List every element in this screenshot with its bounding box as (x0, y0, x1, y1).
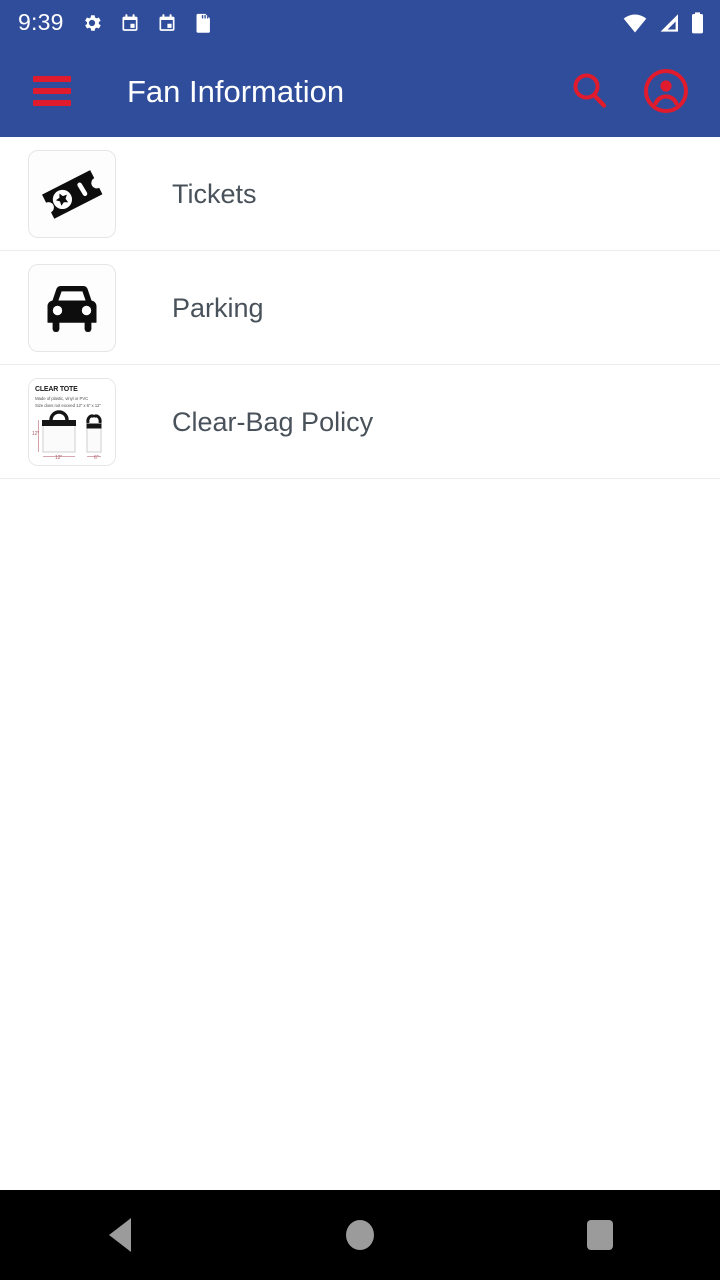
cell-signal-icon (660, 13, 678, 32)
calendar-icon (159, 14, 175, 31)
account-circle-icon[interactable] (642, 67, 690, 115)
list-item[interactable]: Parking (0, 251, 720, 365)
gear-icon (84, 14, 101, 31)
app-bar: Fan Information (0, 45, 720, 137)
menu-bar-1 (33, 76, 71, 82)
menu-bar-2 (33, 88, 71, 94)
recents-square (587, 1220, 613, 1250)
system-navigation-bar (0, 1190, 720, 1280)
recents-nav-icon[interactable] (555, 1190, 645, 1280)
search-icon[interactable] (566, 67, 614, 115)
home-circle (346, 1220, 374, 1250)
status-clock: 9:39 (18, 9, 64, 35)
list-item-label: Tickets (172, 178, 257, 209)
list-item-label: Parking (172, 292, 264, 323)
tote-depth-label: 6" (94, 455, 99, 461)
tote-width-label: 12" (55, 455, 63, 461)
status-bar-right (623, 11, 704, 34)
sd-card-icon (196, 13, 210, 33)
page-title: Fan Information (127, 73, 345, 109)
home-nav-icon[interactable] (315, 1190, 405, 1280)
car-icon (28, 264, 116, 352)
battery-icon (692, 11, 703, 33)
hamburger-menu-icon[interactable] (33, 76, 71, 106)
clear-tote-image: CLEAR TOTE Made of plastic, vinyl or PVC… (28, 378, 116, 466)
status-bar-left: 9:39 (18, 11, 623, 34)
list-item[interactable]: Tickets (0, 137, 720, 251)
list-item[interactable]: CLEAR TOTE Made of plastic, vinyl or PVC… (0, 365, 720, 479)
fan-information-list: Tickets Parking CLEAR TOTE Made of plast… (0, 137, 720, 1190)
back-nav-icon[interactable] (75, 1190, 165, 1280)
calendar-icon (122, 14, 138, 31)
wifi-icon (623, 14, 647, 32)
back-triangle (109, 1218, 131, 1252)
tote-height-label: 12" (32, 431, 40, 437)
ticket-icon (28, 150, 116, 238)
menu-bar-3 (33, 100, 71, 106)
list-item-label: Clear-Bag Policy (172, 406, 374, 437)
status-bar: 9:39 (0, 0, 720, 45)
